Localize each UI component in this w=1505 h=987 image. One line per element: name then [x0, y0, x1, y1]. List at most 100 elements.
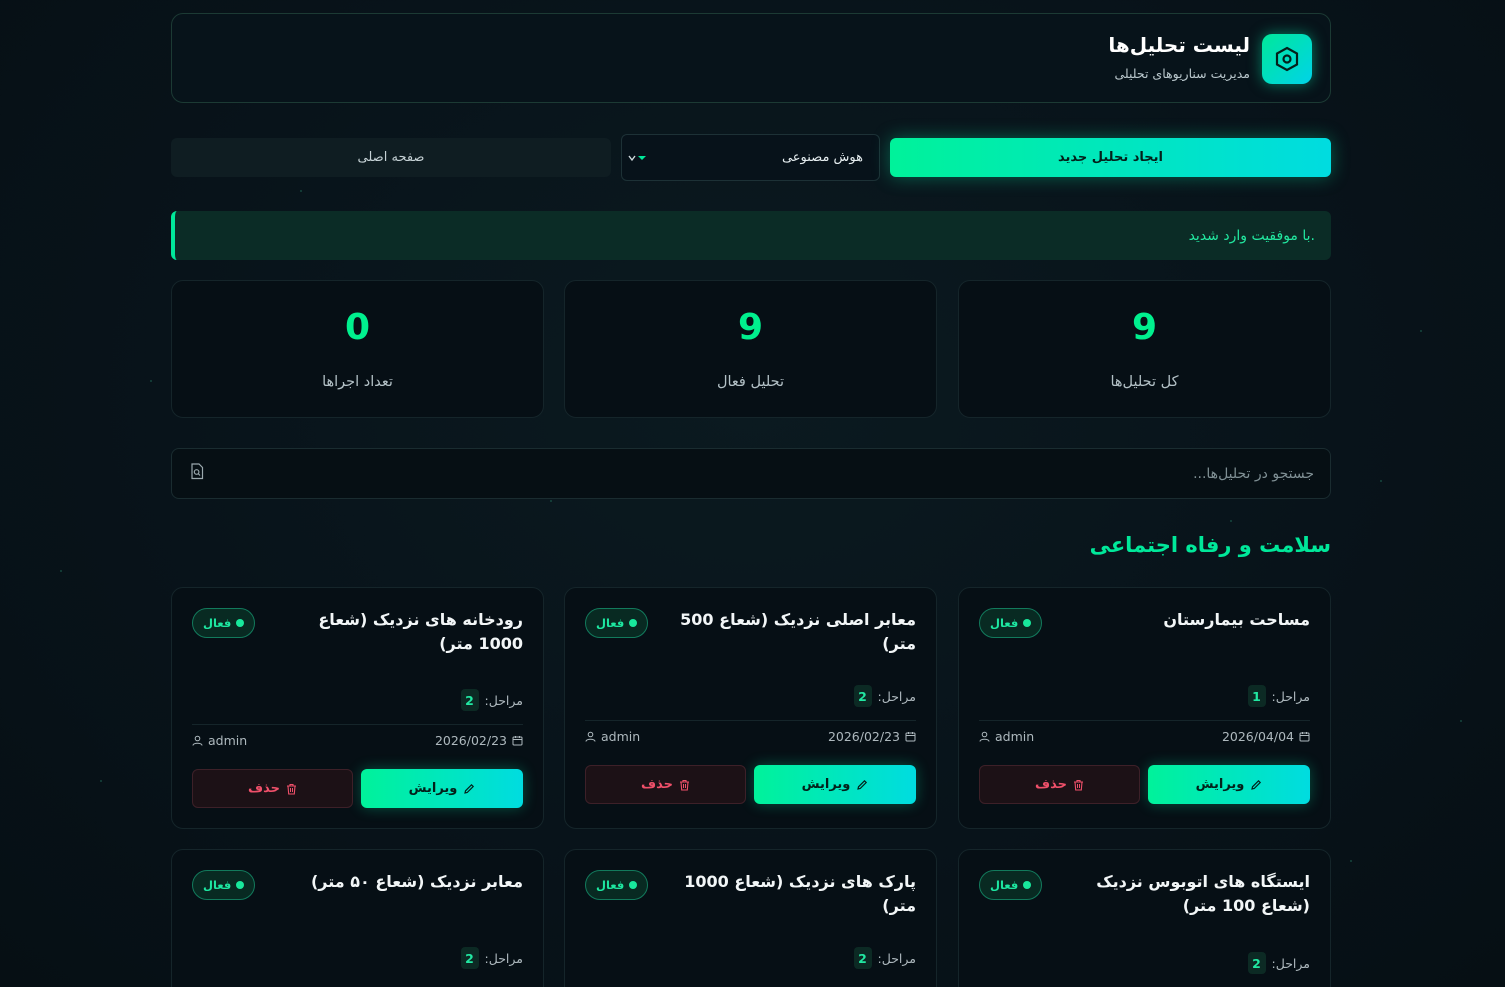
author-value: admin: [995, 729, 1035, 744]
steps-label: مراحل:: [484, 950, 523, 966]
page-subtitle: مدیریت سناریوهای تحلیلی: [1114, 66, 1250, 81]
delete-label: حذف: [641, 777, 673, 792]
stat-total: 9 کل تحلیل‌ها: [958, 280, 1331, 418]
steps-count: 2: [853, 947, 872, 969]
status-dot-icon: [236, 619, 245, 627]
stat-active: 9 تحلیل فعال: [564, 280, 937, 418]
card-divider: [192, 724, 523, 725]
page-header: لیست تحلیل‌ها مدیریت سناریوهای تحلیلی: [171, 13, 1331, 103]
analysis-card: رودخانه های نزدیک (شعاع 1000 متر) فعال م…: [171, 587, 544, 829]
analysis-card: پارک های نزدیک (شعاع 1000 متر) فعال مراح…: [564, 849, 937, 987]
success-alert: با موفقیت وارد شدید.: [171, 211, 1331, 260]
card-author: admin: [585, 729, 640, 744]
delete-label: حذف: [248, 781, 280, 796]
steps-count: 2: [460, 689, 479, 711]
card-date: 2026/02/23: [828, 729, 916, 744]
badge-label: فعال: [990, 878, 1019, 892]
steps-count: 2: [460, 947, 479, 969]
card-steps: مراحل: 2: [853, 947, 916, 969]
status-badge: فعال: [192, 870, 256, 900]
steps-label: مراحل:: [1271, 688, 1310, 704]
alert-message: با موفقیت وارد شدید.: [1188, 227, 1315, 244]
category-select[interactable]: هوش مصنوعی: [621, 134, 880, 181]
trash-icon: [286, 783, 296, 795]
badge-label: فعال: [596, 878, 625, 892]
user-icon: [979, 731, 990, 742]
status-badge: فعال: [979, 608, 1043, 638]
card-title: ایستگاه های اتوبوس نزدیک (شعاع 100 متر): [1096, 872, 1310, 915]
steps-label: مراحل:: [877, 688, 916, 704]
card-author: admin: [979, 729, 1034, 744]
edit-label: ویرایش: [1195, 777, 1245, 792]
card-date: 2026/04/04: [1222, 729, 1310, 744]
pencil-icon: [464, 783, 475, 794]
delete-button[interactable]: حذف: [979, 765, 1140, 804]
card-steps: مراحل: 2: [1247, 952, 1310, 974]
steps-count: 1: [1247, 685, 1266, 707]
badge-label: فعال: [203, 616, 232, 630]
stat-label: تعداد اجراها: [322, 374, 393, 390]
page-title: لیست تحلیل‌ها: [1108, 33, 1250, 57]
delete-label: حذف: [1035, 777, 1067, 792]
card-steps: مراحل: 2: [853, 685, 916, 707]
card-title: رودخانه های نزدیک (شعاع 1000 متر): [318, 610, 523, 653]
badge-label: فعال: [990, 616, 1019, 630]
card-steps: مراحل: 2: [460, 689, 523, 711]
card-date: 2026/02/23: [435, 733, 523, 748]
stat-label: کل تحلیل‌ها: [1110, 374, 1179, 390]
date-value: 2026/02/23: [827, 729, 900, 744]
card-steps: مراحل: 1: [1247, 685, 1310, 707]
status-dot-icon: [236, 881, 245, 889]
status-dot-icon: [629, 619, 638, 627]
search-bar: [171, 448, 1331, 499]
card-divider: [979, 720, 1310, 721]
user-icon: [192, 735, 203, 746]
stat-runs: 0 تعداد اجراها: [171, 280, 544, 418]
card-title: معابر نزدیک (شعاع ۵۰ متر): [310, 872, 523, 891]
edit-button[interactable]: ویرایش: [1148, 765, 1310, 804]
delete-button[interactable]: حذف: [192, 769, 353, 808]
edit-label: ویرایش: [408, 781, 458, 796]
edit-button[interactable]: ویرایش: [754, 765, 916, 804]
stat-value: 9: [737, 307, 764, 348]
analysis-card: ایستگاه های اتوبوس نزدیک (شعاع 100 متر) …: [958, 849, 1331, 987]
search-input[interactable]: [214, 449, 1314, 498]
hexagon-icon: [1262, 34, 1312, 84]
stat-value: 9: [1131, 307, 1158, 348]
delete-button[interactable]: حذف: [585, 765, 746, 804]
category-select-value: هوش مصنوعی: [781, 150, 863, 165]
section-title: سلامت و رفاه اجتماعی: [1089, 533, 1331, 557]
trash-icon: [1073, 779, 1083, 791]
steps-label: مراحل:: [877, 950, 916, 966]
status-badge: فعال: [585, 870, 649, 900]
analysis-card: معابر نزدیک (شعاع ۵۰ متر) فعال مراحل: 2: [171, 849, 544, 987]
card-steps: مراحل: 2: [460, 947, 523, 969]
date-value: 2026/02/23: [434, 733, 507, 748]
stat-value: 0: [344, 307, 371, 348]
status-badge: فعال: [979, 870, 1043, 900]
steps-label: مراحل:: [1271, 955, 1310, 971]
date-value: 2026/04/04: [1221, 729, 1294, 744]
author-value: admin: [208, 733, 248, 748]
analysis-card: مساحت بیمارستان فعال مراحل: 1 2026/04/04…: [958, 587, 1331, 829]
calendar-icon: [512, 736, 523, 746]
pencil-icon: [857, 779, 868, 790]
author-value: admin: [601, 729, 641, 744]
steps-count: 2: [853, 685, 872, 707]
calendar-icon: [905, 732, 916, 742]
status-dot-icon: [1023, 881, 1032, 889]
status-badge: فعال: [585, 608, 649, 638]
user-icon: [585, 731, 596, 742]
status-dot-icon: [629, 881, 638, 889]
card-divider: [585, 720, 916, 721]
chevron-down-icon: [628, 153, 648, 163]
home-button[interactable]: صفحه اصلی: [171, 138, 611, 177]
steps-label: مراحل:: [484, 692, 523, 708]
status-dot-icon: [1023, 619, 1032, 627]
file-search-icon: [190, 463, 204, 484]
pencil-icon: [1251, 779, 1262, 790]
calendar-icon: [1299, 732, 1310, 742]
stat-label: تحلیل فعال: [716, 374, 785, 390]
create-analysis-button[interactable]: ایجاد تحلیل جدید: [890, 138, 1331, 177]
edit-button[interactable]: ویرایش: [361, 769, 523, 808]
